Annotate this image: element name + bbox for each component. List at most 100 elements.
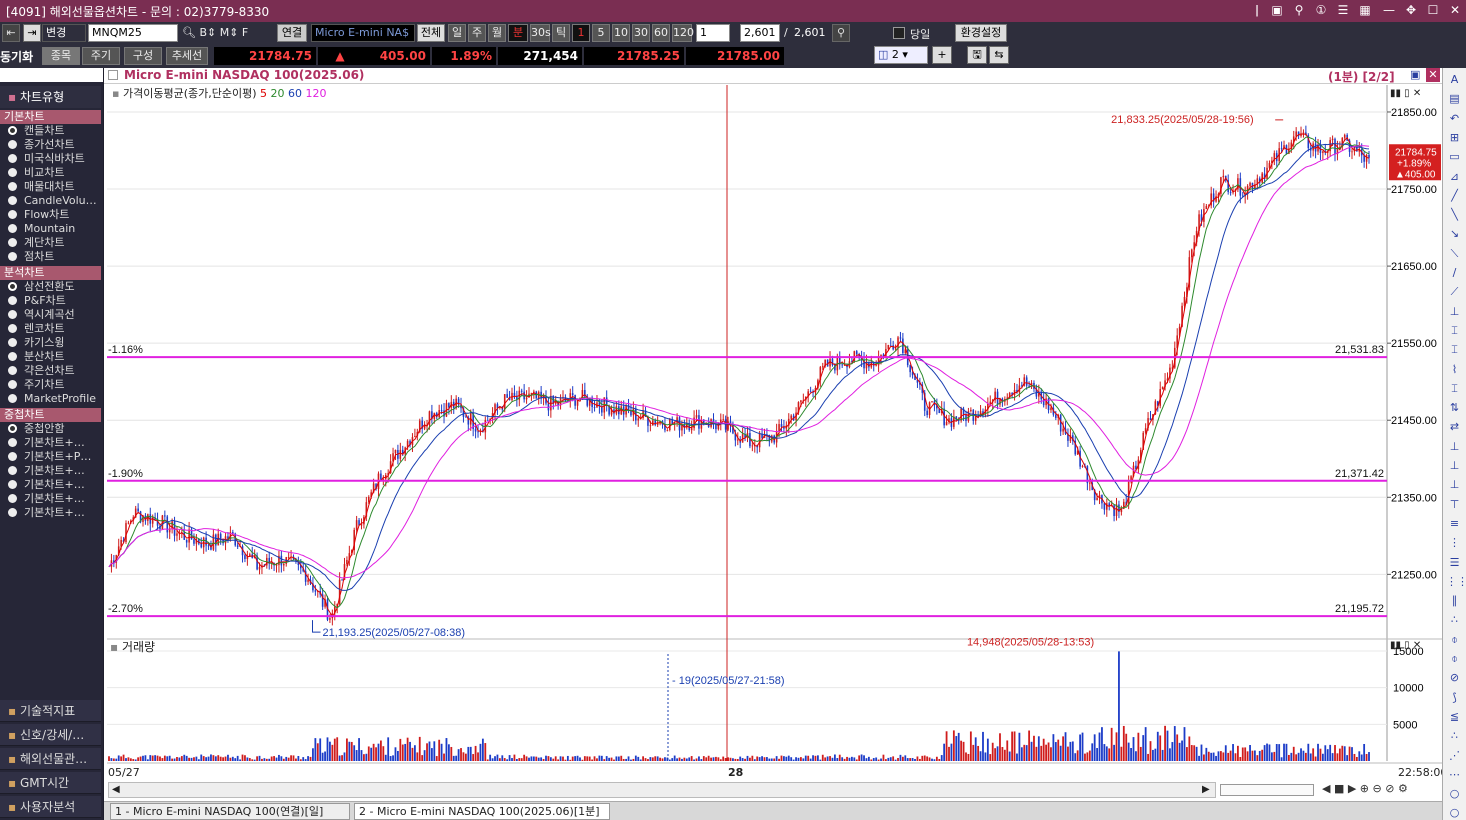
scroll-left-icon[interactable]: ◀ bbox=[112, 784, 120, 795]
drawing-tool-icon[interactable]: A bbox=[1446, 72, 1463, 87]
radio-icon[interactable] bbox=[8, 154, 17, 163]
analysis-item[interactable]: P&F차트 bbox=[8, 294, 102, 308]
horizontal-scrollbar[interactable] bbox=[108, 782, 1216, 798]
drawing-tool-icon[interactable]: ⊘ bbox=[1446, 670, 1463, 685]
all-button[interactable]: 전체 bbox=[417, 24, 445, 42]
minimize-icon[interactable]: — bbox=[1380, 2, 1398, 19]
radio-icon[interactable] bbox=[8, 140, 17, 149]
basic-item[interactable]: 매물대차트 bbox=[8, 180, 102, 194]
analysis-item[interactable]: 분산차트 bbox=[8, 350, 102, 364]
drawing-tool-icon[interactable]: ▭ bbox=[1446, 149, 1463, 164]
drawing-tool-icon[interactable]: ⌶ bbox=[1446, 381, 1463, 396]
radio-icon[interactable] bbox=[8, 352, 17, 361]
drawing-tool-icon[interactable]: ∕ bbox=[1446, 265, 1463, 280]
drawing-tool-icon[interactable]: ▤ bbox=[1446, 91, 1463, 106]
interval-10[interactable]: 10 bbox=[612, 24, 630, 42]
volume-pane-controls[interactable]: ▮▮ ▯ ✕ bbox=[1390, 640, 1421, 651]
zoom-icon[interactable]: ⚲ bbox=[832, 24, 850, 42]
interval-30[interactable]: 30 bbox=[632, 24, 650, 42]
basic-item[interactable]: 비교차트 bbox=[8, 166, 102, 180]
same-day-checkbox[interactable] bbox=[893, 27, 905, 39]
drawing-tool-icon[interactable]: ╲ bbox=[1446, 207, 1463, 222]
basic-item[interactable]: Mountain bbox=[8, 222, 102, 236]
drawing-tool-icon[interactable]: ⋮ bbox=[1446, 535, 1463, 550]
radio-icon[interactable] bbox=[8, 224, 17, 233]
arrow-icon[interactable]: ⇥ bbox=[23, 24, 41, 42]
drawing-tool-icon[interactable]: ∴ bbox=[1446, 728, 1463, 743]
period-day[interactable]: 일 bbox=[448, 24, 466, 42]
analysis-item[interactable]: 렌코차트 bbox=[8, 322, 102, 336]
drawing-tool-icon[interactable]: ⌽ bbox=[1446, 632, 1463, 647]
drawing-tool-icon[interactable]: ╱ bbox=[1446, 188, 1463, 203]
pane-controls[interactable]: ▮▮ ▯ ✕ bbox=[1390, 88, 1421, 99]
overlay-item[interactable]: 기본차트+… bbox=[8, 492, 102, 506]
drawing-tool-icon[interactable]: ⟋ bbox=[1446, 284, 1463, 299]
move-icon[interactable]: ✥ bbox=[1402, 2, 1420, 19]
drawing-tool-icon[interactable]: ⇅ bbox=[1446, 400, 1463, 415]
layout-select[interactable]: ◫ 2 ▾ bbox=[874, 46, 928, 64]
grid-icon[interactable]: ▦ bbox=[1356, 2, 1374, 19]
zoom-slider[interactable] bbox=[1220, 784, 1314, 796]
futures-button[interactable]: ▪ 해외선물관… bbox=[0, 748, 101, 770]
drawing-tool-icon[interactable]: ∥ bbox=[1446, 593, 1463, 608]
radio-icon[interactable] bbox=[8, 424, 17, 433]
radio-icon[interactable] bbox=[8, 466, 17, 475]
period-week[interactable]: 주 bbox=[468, 24, 486, 42]
analysis-item[interactable]: 역시계곡선 bbox=[8, 308, 102, 322]
sync-label[interactable]: 동기화 bbox=[0, 48, 33, 65]
drawing-tool-icon[interactable]: ⋰ bbox=[1446, 748, 1463, 763]
radio-icon[interactable] bbox=[8, 282, 17, 291]
period-30s[interactable]: 30s bbox=[530, 24, 551, 42]
basic-chart-section[interactable]: 기본차트 bbox=[0, 110, 101, 124]
radio-icon[interactable] bbox=[8, 438, 17, 447]
drawing-tool-icon[interactable]: ⊥ bbox=[1446, 304, 1463, 319]
radio-icon[interactable] bbox=[8, 394, 17, 403]
period-month[interactable]: 월 bbox=[488, 24, 506, 42]
radio-icon[interactable] bbox=[8, 508, 17, 517]
overlay-item[interactable]: 기본차트+… bbox=[8, 478, 102, 492]
count-input[interactable]: 1 bbox=[696, 24, 730, 42]
tab-period[interactable]: 주기 bbox=[82, 47, 120, 65]
drawing-tool-icon[interactable]: ∴ bbox=[1446, 612, 1463, 627]
overlay-item[interactable]: 중첩안함 bbox=[8, 422, 102, 436]
save-icon[interactable]: 🖫︎ bbox=[967, 46, 987, 64]
overlay-item[interactable]: 기본차트+… bbox=[8, 506, 102, 520]
maximize-icon[interactable]: ☐ bbox=[1424, 2, 1442, 19]
radio-icon[interactable] bbox=[8, 252, 17, 261]
radio-icon[interactable] bbox=[8, 182, 17, 191]
pin2-icon[interactable]: ⚲ bbox=[1290, 2, 1308, 19]
analysis-item[interactable]: 삼선전환도 bbox=[8, 280, 102, 294]
radio-icon[interactable] bbox=[8, 338, 17, 347]
interval-60[interactable]: 60 bbox=[652, 24, 670, 42]
bottom-tab-1[interactable]: 1 - Micro E-mini NASDAQ 100(연결)[일] bbox=[110, 803, 350, 820]
drawing-tool-icon[interactable]: ≡ bbox=[1446, 516, 1463, 531]
user-analysis-button[interactable]: ▪ 사용자분석 bbox=[0, 796, 101, 818]
search-icons[interactable]: 🔍︎ B⇕ M⇕ F bbox=[182, 26, 248, 39]
link-button[interactable]: 연결 bbox=[277, 24, 307, 42]
interval-5[interactable]: 5 bbox=[592, 24, 610, 42]
analysis-chart-section[interactable]: 분석차트 bbox=[0, 266, 101, 280]
chart-type-header[interactable]: ▪ 차트유형 bbox=[0, 86, 101, 108]
close-icon[interactable]: ✕ bbox=[1446, 2, 1464, 19]
tab-symbol[interactable]: 종목 bbox=[42, 47, 80, 65]
drawing-tool-icon[interactable]: ⟍ bbox=[1446, 246, 1463, 261]
tab-trendline[interactable]: 추세선 bbox=[166, 47, 208, 65]
price-chart[interactable]: 21850.00 21750.00 21650.00 21550.00 21450.00… bbox=[104, 68, 1442, 820]
add-icon[interactable]: + bbox=[932, 46, 952, 64]
overlay-item[interactable]: 기본차트+… bbox=[8, 436, 102, 450]
one-icon[interactable]: ① bbox=[1312, 2, 1330, 19]
drawing-tool-icon[interactable]: ○ bbox=[1446, 786, 1463, 801]
radio-icon[interactable] bbox=[8, 296, 17, 305]
analysis-item[interactable]: MarketProfile bbox=[8, 392, 102, 406]
radio-icon[interactable] bbox=[8, 380, 17, 389]
settings-button[interactable]: 환경설정 bbox=[955, 24, 1007, 42]
window-icon[interactable]: ▣ bbox=[1268, 2, 1286, 19]
overlay-chart-section[interactable]: 중첩차트 bbox=[0, 408, 101, 422]
panel-search[interactable] bbox=[0, 68, 103, 82]
overlay-item[interactable]: 기본차트+… bbox=[8, 464, 102, 478]
basic-item[interactable]: 캔들차트 bbox=[8, 124, 102, 138]
symbol-input[interactable]: MNQM25 bbox=[88, 24, 178, 42]
radio-icon[interactable] bbox=[8, 126, 17, 135]
basic-item[interactable]: 점차트 bbox=[8, 250, 102, 264]
first-icon[interactable]: ⇤ bbox=[2, 24, 20, 42]
